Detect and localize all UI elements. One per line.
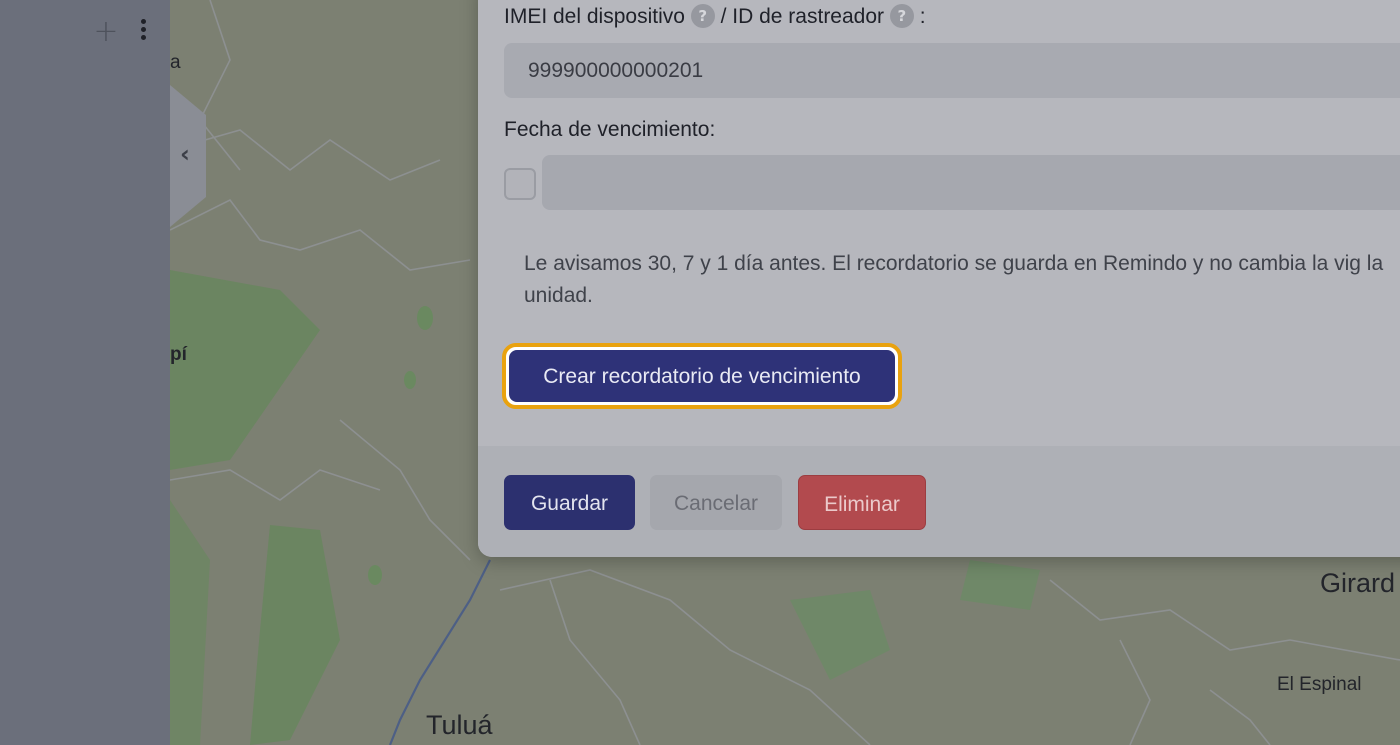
map-forest-area bbox=[368, 565, 382, 585]
map-forest-area bbox=[960, 560, 1040, 610]
map-label-partial: a bbox=[170, 52, 181, 73]
map-forest-area bbox=[790, 590, 890, 680]
map-road bbox=[170, 129, 441, 181]
delete-button[interactable]: Eliminar bbox=[798, 475, 926, 530]
map-road bbox=[199, 0, 241, 171]
imei-label-text: IMEI del dispositivo bbox=[504, 5, 685, 28]
map-road bbox=[170, 198, 471, 271]
expiry-date-checkbox[interactable] bbox=[504, 168, 536, 200]
tracker-id-label-text: / ID de rastreador bbox=[720, 5, 885, 28]
map-label-girardot: Girard bbox=[1320, 568, 1396, 598]
chevron-left-icon: ‹ bbox=[180, 140, 190, 168]
add-icon[interactable]: + bbox=[92, 17, 120, 47]
help-icon[interactable]: ? bbox=[889, 4, 914, 28]
help-icon[interactable]: ? bbox=[690, 4, 715, 28]
map-road bbox=[339, 419, 471, 561]
label-colon: : bbox=[919, 5, 926, 28]
map-road bbox=[170, 469, 381, 501]
map-label-partial: pí bbox=[170, 344, 187, 365]
map-road bbox=[549, 579, 641, 745]
map-forest-area bbox=[404, 371, 416, 389]
more-options-icon[interactable] bbox=[136, 19, 150, 47]
map-forest-area bbox=[250, 525, 340, 745]
create-expiry-reminder-button[interactable]: Crear recordatorio de vencimiento bbox=[502, 343, 902, 409]
create-expiry-reminder-button-label: Crear recordatorio de vencimiento bbox=[509, 350, 895, 402]
cancel-button[interactable]: Cancelar bbox=[650, 475, 782, 530]
map-forest-area bbox=[170, 500, 210, 745]
reminder-hint-text: Le avisamos 30, 7 y 1 día antes. El reco… bbox=[524, 252, 1384, 307]
map-road bbox=[1119, 639, 1151, 745]
map-label-tulua: Tuluá bbox=[426, 710, 493, 740]
map-forest-area bbox=[417, 306, 433, 330]
save-button[interactable]: Guardar bbox=[504, 475, 635, 530]
imei-input[interactable]: 999900000000201 bbox=[504, 43, 1400, 98]
expiry-date-input[interactable] bbox=[542, 155, 1400, 210]
sidebar: + bbox=[0, 0, 171, 745]
edit-unit-dialog: IMEI del dispositivo ? / ID de rastreado… bbox=[478, 0, 1400, 557]
expiry-date-label: Fecha de vencimiento: bbox=[504, 118, 716, 141]
map-road bbox=[1209, 689, 1271, 745]
map-forest-area bbox=[170, 270, 320, 470]
map-label-el-espinal: El Espinal bbox=[1277, 674, 1362, 695]
imei-label: IMEI del dispositivo ? / ID de rastreado… bbox=[504, 4, 926, 29]
